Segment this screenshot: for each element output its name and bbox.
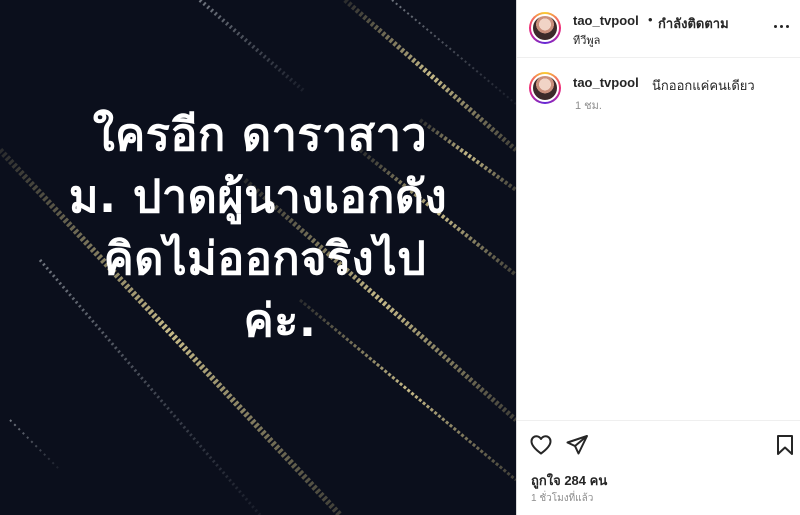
post-image-text: ใครอีก ดาราสาว ม. ปาดผู้นางเอกดัง คิดไม่… (0, 104, 516, 352)
share-button[interactable] (565, 433, 589, 457)
caption-timestamp: 1 ชม. (575, 100, 602, 112)
caption-text: นึกออกแค่คนเดียว (652, 78, 755, 93)
post-timestamp: 1 ชั่วโมงที่แล้ว (531, 493, 594, 504)
post-side-panel: tao_tvpool • กำลังติดตาม ทีวีพูล tao_tvp… (516, 0, 800, 515)
like-button[interactable] (529, 433, 553, 457)
likes-count[interactable]: ถูกใจ 284 คน (531, 470, 607, 491)
caption-avatar-image (531, 74, 559, 102)
bookmark-icon (777, 435, 793, 455)
heart-icon (530, 435, 552, 455)
avatar-image (531, 14, 559, 42)
more-options-button[interactable] (771, 16, 791, 36)
save-button[interactable] (773, 433, 797, 457)
separator-dot: • (648, 12, 653, 27)
post-header: tao_tvpool • กำลังติดตาม ทีวีพูล (517, 0, 800, 58)
post-image-line-2: ม. ปาดผู้นางเอกดัง (68, 170, 448, 223)
post-caption: tao_tvpool นึกออกแค่คนเดียว 1 ชม. (517, 58, 800, 118)
post-image-line-4: ค่ะ. (243, 294, 317, 347)
post-actions: ถูกใจ 284 คน 1 ชั่วโมงที่แล้ว (517, 420, 800, 515)
post-image-line-1: ใครอีก ดาราสาว (92, 108, 428, 161)
location-link[interactable]: ทีวีพูล (573, 31, 600, 49)
following-button[interactable]: กำลังติดตาม (658, 13, 729, 34)
paper-plane-icon (566, 435, 588, 455)
avatar[interactable] (529, 12, 561, 44)
post-image[interactable]: ใครอีก ดาราสาว ม. ปาดผู้นางเอกดัง คิดไม่… (0, 0, 516, 515)
caption-username[interactable]: tao_tvpool (573, 75, 639, 90)
author-username[interactable]: tao_tvpool (573, 13, 639, 28)
post-image-line-3: คิดไม่ออกจริงไป (103, 232, 427, 285)
caption-avatar[interactable] (529, 72, 561, 104)
more-horizontal-icon (772, 24, 790, 28)
